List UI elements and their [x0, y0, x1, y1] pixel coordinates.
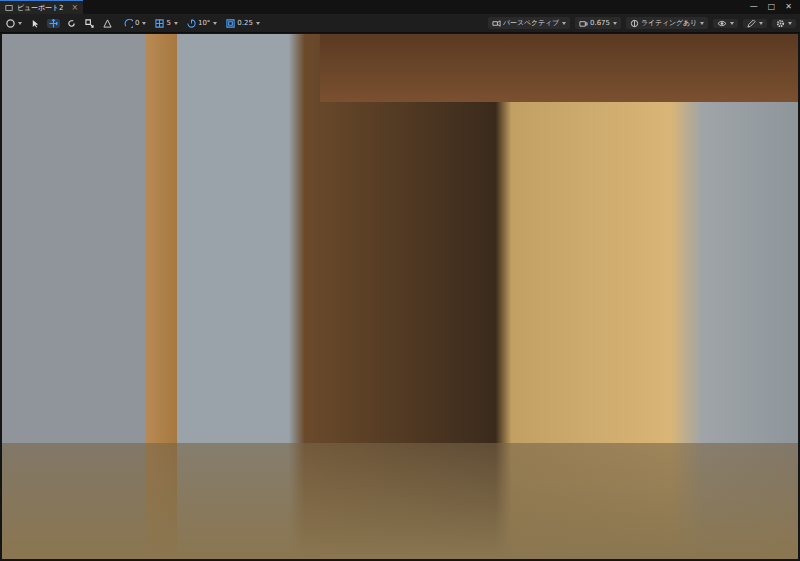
move-tool-icon [49, 19, 58, 28]
tool-button[interactable] [29, 19, 42, 28]
rotate-tool-icon [67, 19, 76, 28]
surface-snap-icon [124, 19, 133, 28]
snap-value: 0.25 [237, 17, 253, 29]
window-control-button[interactable]: — [750, 1, 758, 13]
options-icon [6, 19, 15, 28]
gear-icon [776, 19, 785, 28]
viewport-scene[interactable] [2, 34, 798, 559]
show-button[interactable] [713, 19, 738, 28]
settings-button[interactable] [772, 19, 796, 28]
pencil-icon [747, 19, 756, 28]
window-control-button[interactable]: ✕ [785, 1, 792, 13]
snap-button[interactable]: 0.25 [224, 17, 262, 29]
title-bar: ビューポート2 × — □ ✕ [0, 0, 800, 14]
lighting-mode-dropdown[interactable]: ライティングあり [626, 17, 708, 29]
select-tool-icon [31, 19, 40, 28]
scale-snap-icon [226, 19, 235, 28]
camera-speed-value: 0.675 [590, 17, 610, 29]
tool-button[interactable] [83, 19, 96, 28]
edit-button[interactable] [743, 19, 767, 28]
view-mode-dropdown[interactable]: パースペクティブ [488, 17, 570, 29]
eye-icon [717, 19, 727, 28]
lighting-icon [630, 19, 639, 28]
window-control-button[interactable]: □ [768, 1, 776, 13]
tool-button[interactable] [65, 19, 78, 28]
transform-space-icon [103, 19, 112, 28]
transform-space-button[interactable] [101, 19, 114, 28]
viewport-window: ビューポート2 × — □ ✕ 0 5 10° 0.25 パースペクティブ 0.67… [0, 0, 800, 561]
angle-snap-icon [187, 19, 196, 28]
viewport-toolbar: 0 5 10° 0.25 パースペクティブ 0.675 ライティングあり [0, 14, 800, 33]
tab-label: ビューポート2 [17, 2, 63, 14]
perspective-icon [492, 19, 501, 28]
camera-icon [579, 19, 588, 28]
scale-tool-icon [85, 19, 94, 28]
grid-snap-icon [155, 19, 164, 28]
viewport-tab[interactable]: ビューポート2 × [0, 0, 83, 14]
tool-button[interactable] [47, 19, 60, 28]
options-button[interactable] [4, 19, 24, 28]
snap-value: 0 [135, 17, 139, 29]
view-mode-label: パースペクティブ [503, 17, 559, 29]
tab-close-button[interactable]: × [71, 3, 78, 12]
snap-value: 5 [166, 17, 170, 29]
lighting-mode-label: ライティングあり [641, 17, 697, 29]
snap-button[interactable]: 10° [185, 17, 219, 29]
snap-button[interactable]: 0 [122, 17, 148, 29]
snap-button[interactable]: 5 [153, 17, 179, 29]
camera-speed-button[interactable]: 0.675 [575, 17, 621, 29]
viewport-icon [5, 4, 13, 12]
snap-value: 10° [198, 17, 210, 29]
